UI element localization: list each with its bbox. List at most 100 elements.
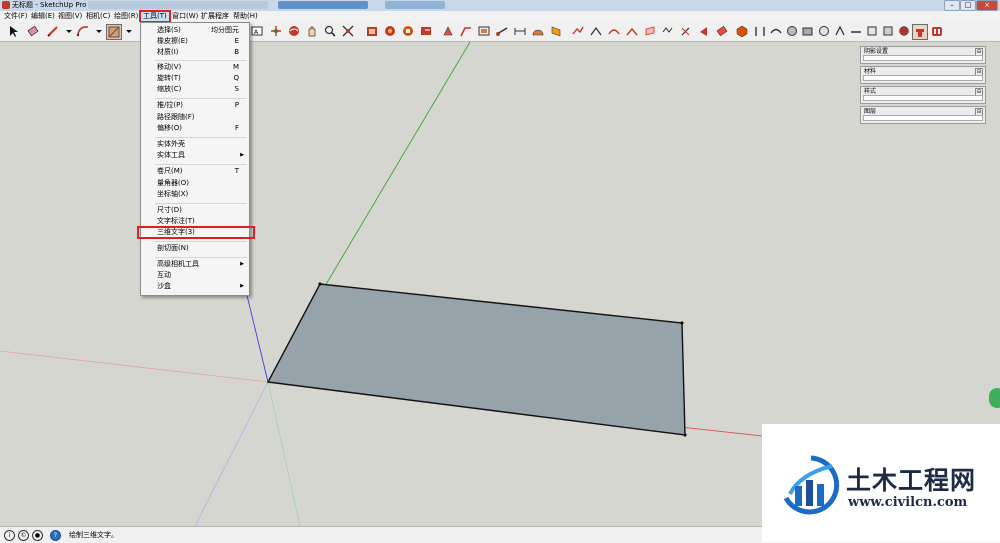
green-axis-negative (267, 381, 301, 526)
solid-tool-icon[interactable] (833, 24, 847, 38)
panel-materials[interactable]: 材料 ⊟ (860, 66, 986, 84)
menu-item-push-pull[interactable]: 推/拉(P) P (141, 100, 249, 111)
solid-outer-shell-icon[interactable] (735, 24, 749, 38)
solid-union-icon[interactable] (769, 24, 783, 38)
solid-intersect-icon[interactable] (753, 24, 767, 38)
solid-subtract-icon[interactable] (785, 24, 799, 38)
ruby-console-icon[interactable] (930, 24, 944, 38)
dropdown-arrow-icon[interactable] (92, 24, 106, 38)
smoove-icon[interactable] (607, 24, 621, 38)
menu-separator (155, 257, 247, 258)
credits-icon[interactable]: © (18, 530, 29, 541)
menu-draw[interactable]: 绘图(R) (112, 11, 140, 22)
zoom-magnifier-icon[interactable] (323, 24, 337, 38)
solid-trim-icon[interactable] (801, 24, 815, 38)
menu-separator (155, 203, 247, 204)
close-button[interactable]: × (976, 0, 998, 11)
menu-view[interactable]: 视图(V) (56, 11, 84, 22)
solid-tool-icon[interactable] (865, 24, 879, 38)
eraser-icon[interactable] (26, 24, 40, 38)
flip-edge-icon[interactable] (679, 24, 693, 38)
solid-tool-icon[interactable] (849, 24, 863, 38)
menu-item-move[interactable]: 移动(V) M (141, 62, 249, 73)
menu-item-outer-shell[interactable]: 实体外壳 (141, 139, 249, 150)
sandbox-scratch-icon[interactable] (589, 24, 603, 38)
menu-extensions[interactable]: 扩展程序 (199, 11, 231, 22)
stamp-icon[interactable] (625, 24, 639, 38)
panel-styles[interactable]: 样式 ⊟ (860, 86, 986, 104)
section-plane-icon[interactable] (549, 24, 563, 38)
push-pull-icon[interactable] (441, 24, 455, 38)
watermark: 土木工程网 www.civilcn.com (762, 424, 1000, 542)
menu-item-advanced-camera-tools[interactable]: 高级相机工具 ▶ (141, 259, 249, 270)
user-icon[interactable]: ● (32, 530, 43, 541)
menu-separator (155, 241, 247, 242)
menu-help[interactable]: 帮助(H) (231, 11, 260, 22)
dropdown-arrow-icon[interactable] (62, 24, 76, 38)
3d-text-tool-icon[interactable] (912, 24, 928, 40)
follow-me-icon[interactable] (459, 24, 473, 38)
menu-item-rotate[interactable]: 旋转(T) Q (141, 73, 249, 84)
axes-tool-icon[interactable] (269, 24, 283, 38)
minimize-button[interactable]: – (944, 0, 960, 11)
menu-separator (155, 137, 247, 138)
select-arrow-icon[interactable] (6, 24, 20, 38)
texture-position-icon[interactable] (897, 24, 911, 38)
pan-hand-icon[interactable] (305, 24, 319, 38)
components-icon[interactable] (383, 24, 397, 38)
menu-item-follow-me[interactable]: 路径跟随(F) (141, 112, 249, 123)
warehouse-icon[interactable] (365, 24, 379, 38)
zoom-extents-icon[interactable] (341, 24, 355, 38)
menu-item-tape-measure[interactable]: 卷尺(M) T (141, 166, 249, 177)
menu-item-sandbox[interactable]: 沙盒 ▶ (141, 281, 249, 292)
panel-layers[interactable]: 图层 ⊟ (860, 106, 986, 124)
solid-split-icon[interactable] (817, 24, 831, 38)
menu-edit[interactable]: 编辑(E) (29, 11, 57, 22)
dropdown-arrow-icon[interactable] (697, 24, 711, 38)
menu-item-3d-text[interactable]: 三维文字(3) (137, 226, 255, 239)
menu-item-eraser[interactable]: 橡皮擦(E) E (141, 36, 249, 47)
menu-item-dimension[interactable]: 尺寸(D) (141, 205, 249, 216)
menu-camera[interactable]: 相机(C) (84, 11, 112, 22)
panel-shadows[interactable]: 阴影设置 ⊟ (860, 46, 986, 64)
menu-separator (155, 60, 247, 61)
sandbox-from-contours-icon[interactable] (571, 24, 585, 38)
rectangle-tool-icon[interactable] (106, 24, 122, 40)
protractor-icon[interactable] (531, 24, 545, 38)
menu-item-axes[interactable]: 坐标轴(X) (141, 189, 249, 200)
menu-file[interactable]: 文件(F) (2, 11, 30, 22)
pencil-line-icon[interactable] (46, 24, 60, 38)
drape-icon[interactable] (643, 24, 657, 38)
status-message: 绘制三维文字。 (69, 531, 118, 539)
menu-item-interact[interactable]: 互动 (141, 270, 249, 281)
orbit-icon[interactable] (287, 24, 301, 38)
eraser-variant-icon[interactable] (715, 24, 729, 38)
menu-item-offset[interactable]: 偏移(O) F (141, 123, 249, 134)
menu-item-paint-bucket[interactable]: 材质(I) B (141, 47, 249, 58)
tape-measure-icon[interactable] (495, 24, 509, 38)
dropdown-arrow-icon[interactable] (122, 24, 136, 38)
solid-tool-icon[interactable] (881, 24, 895, 38)
floating-green-badge[interactable] (989, 388, 1000, 408)
maximize-button[interactable]: □ (960, 0, 976, 11)
add-detail-icon[interactable] (661, 24, 675, 38)
menu-item-section-plane[interactable]: 剖切面(N) (141, 243, 249, 254)
offset-icon[interactable] (477, 24, 491, 38)
arc-tool-icon[interactable] (76, 24, 90, 38)
text-label-icon[interactable]: A (250, 24, 264, 38)
rectangle-face[interactable] (266, 283, 686, 436)
extension-warehouse-icon[interactable] (419, 24, 433, 38)
red-axis-negative (0, 350, 269, 383)
share-model-icon[interactable] (401, 24, 415, 38)
menu-item-scale[interactable]: 缩放(C) S (141, 84, 249, 95)
menu-item-solid-tools[interactable]: 实体工具 ▶ (141, 150, 249, 161)
sketchup-logo-icon (2, 1, 10, 9)
help-question-icon[interactable]: ? (50, 530, 61, 541)
window-title: 无标题 - SketchUp Pro (12, 1, 87, 9)
geo-location-icon[interactable]: i (4, 530, 15, 541)
dimension-icon[interactable] (513, 24, 527, 38)
menu-item-protractor[interactable]: 量角器(O) (141, 178, 249, 189)
menu-item-text[interactable]: 文字标注(T) (141, 216, 249, 227)
menu-window[interactable]: 窗口(W) (170, 11, 200, 22)
menu-item-select[interactable]: 选择(S) 均分图元 (141, 25, 249, 36)
